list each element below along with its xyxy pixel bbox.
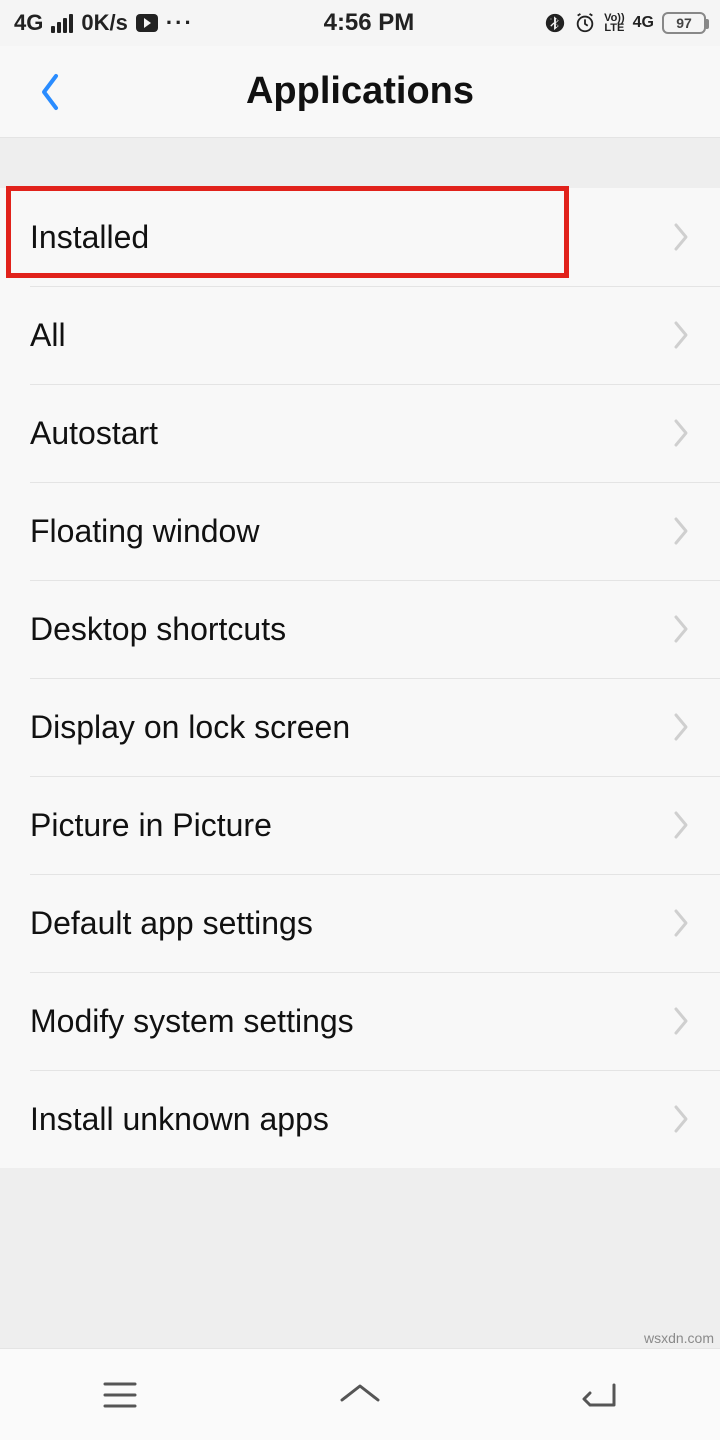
row-autostart[interactable]: Autostart — [0, 384, 720, 482]
row-desktop-shortcuts[interactable]: Desktop shortcuts — [0, 580, 720, 678]
row-label: Floating window — [30, 513, 259, 550]
row-default-app-settings[interactable]: Default app settings — [0, 874, 720, 972]
row-display-on-lock-screen[interactable]: Display on lock screen — [0, 678, 720, 776]
row-label: Desktop shortcuts — [30, 611, 286, 648]
row-label: All — [30, 317, 66, 354]
bluetooth-icon — [544, 12, 566, 34]
signal-icon — [51, 14, 73, 33]
row-label: Display on lock screen — [30, 709, 350, 746]
status-left: 4G 0K/s ··· — [14, 10, 194, 36]
chevron-right-icon — [672, 222, 690, 252]
battery-icon: 97 — [662, 12, 706, 34]
back-outline-icon — [580, 1379, 620, 1411]
chevron-right-icon — [672, 418, 690, 448]
chevron-right-icon — [672, 320, 690, 350]
chevron-right-icon — [672, 614, 690, 644]
row-label: Picture in Picture — [30, 807, 272, 844]
row-label: Autostart — [30, 415, 158, 452]
video-icon — [136, 14, 158, 32]
alarm-icon — [574, 12, 596, 34]
volte-icon: Vo))LTE — [604, 13, 625, 33]
section-gap — [0, 138, 720, 188]
row-installed[interactable]: Installed — [0, 188, 720, 286]
nav-home-button[interactable] — [330, 1365, 390, 1425]
row-label: Installed — [30, 219, 149, 256]
row-all[interactable]: All — [0, 286, 720, 384]
status-right: Vo))LTE 4G 97 — [544, 12, 706, 34]
watermark-label: wsxdn.com — [644, 1330, 714, 1346]
row-floating-window[interactable]: Floating window — [0, 482, 720, 580]
network2-label: 4G — [633, 14, 654, 32]
clock-label: 4:56 PM — [324, 9, 415, 37]
system-nav-bar — [0, 1348, 720, 1440]
row-label: Default app settings — [30, 905, 313, 942]
nav-back-button[interactable] — [570, 1365, 630, 1425]
chevron-right-icon — [672, 516, 690, 546]
status-bar: 4G 0K/s ··· 4:56 PM Vo))LTE 4G 97 — [0, 0, 720, 46]
home-outline-icon — [338, 1380, 382, 1410]
page-title: Applications — [0, 70, 720, 113]
chevron-right-icon — [672, 908, 690, 938]
chevron-right-icon — [672, 712, 690, 742]
row-label: Install unknown apps — [30, 1101, 329, 1138]
network-type-label: 4G — [14, 10, 43, 36]
more-notifications-icon: ··· — [166, 10, 194, 36]
chevron-right-icon — [672, 1006, 690, 1036]
chevron-right-icon — [672, 1104, 690, 1134]
row-modify-system-settings[interactable]: Modify system settings — [0, 972, 720, 1070]
chevron-right-icon — [672, 810, 690, 840]
row-picture-in-picture[interactable]: Picture in Picture — [0, 776, 720, 874]
settings-list: Installed All Autostart Floating window … — [0, 188, 720, 1168]
back-button[interactable] — [30, 72, 70, 112]
hamburger-icon — [101, 1380, 139, 1410]
page-header: Applications — [0, 46, 720, 138]
nav-recent-button[interactable] — [90, 1365, 150, 1425]
row-install-unknown-apps[interactable]: Install unknown apps — [0, 1070, 720, 1168]
chevron-left-icon — [36, 72, 64, 112]
data-rate-label: 0K/s — [81, 10, 127, 36]
row-label: Modify system settings — [30, 1003, 354, 1040]
